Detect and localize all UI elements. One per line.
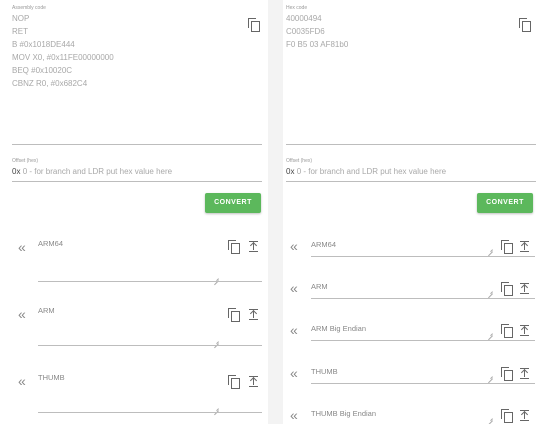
offset-placeholder: 0 - for branch and LDR put hex value her… [22, 167, 173, 176]
copy-icon[interactable] [501, 367, 513, 381]
assembly-code-textarea[interactable]: NOP RET B #0x1018DE444 MOV X0, #0x11FE00… [12, 12, 114, 90]
resize-handle-icon[interactable] [488, 416, 493, 421]
resize-handle-icon[interactable] [214, 406, 219, 411]
panel-divider [268, 0, 283, 424]
paste-icon[interactable] [520, 241, 529, 252]
offset-input[interactable]: 0x 0 - for branch and LDR put hex value … [286, 167, 446, 176]
assembly-line: BEQ #0x10020C [12, 66, 73, 75]
resize-handle-icon[interactable] [488, 289, 493, 294]
output-label: ARM64 [311, 240, 337, 249]
copy-icon[interactable] [501, 240, 513, 254]
output-underline [38, 345, 262, 346]
collapse-chevron-icon[interactable]: « [18, 307, 26, 321]
offset-underline [286, 181, 536, 182]
assembly-underline [12, 144, 262, 145]
copy-icon[interactable] [228, 375, 240, 389]
output-row-arm64: « ARM64 [283, 234, 539, 260]
output-label: THUMB [38, 373, 65, 382]
convert-button[interactable]: CONVERT [477, 193, 533, 213]
copy-hex-icon[interactable] [519, 18, 531, 32]
paste-icon[interactable] [520, 283, 529, 294]
paste-icon[interactable] [520, 410, 529, 421]
offset-prefix: 0x [286, 167, 295, 176]
output-label: THUMB Big Endian [311, 409, 377, 418]
offset-placeholder: 0 - for branch and LDR put hex value her… [296, 167, 447, 176]
copy-icon[interactable] [228, 308, 240, 322]
output-label: ARM Big Endian [311, 324, 367, 333]
output-underline [311, 340, 535, 341]
offset-label: Offset (hex) [286, 158, 313, 164]
offset-prefix: 0x [12, 167, 21, 176]
output-underline [38, 412, 262, 413]
collapse-chevron-icon[interactable]: « [290, 323, 298, 337]
paste-icon[interactable] [249, 376, 258, 387]
paste-icon[interactable] [249, 241, 258, 252]
copy-assembly-icon[interactable] [248, 18, 260, 32]
output-underline [38, 281, 262, 282]
hex-line: 40000494 [286, 14, 322, 23]
collapse-chevron-icon[interactable]: « [290, 281, 298, 295]
copy-icon[interactable] [228, 240, 240, 254]
output-row-arm: « ARM [0, 299, 268, 354]
collapse-chevron-icon[interactable]: « [18, 374, 26, 388]
paste-icon[interactable] [249, 309, 258, 320]
collapse-chevron-icon[interactable]: « [18, 240, 26, 254]
paste-icon[interactable] [520, 325, 529, 336]
copy-icon[interactable] [501, 282, 513, 296]
assembly-line: B #0x1018DE444 [12, 40, 75, 49]
output-row-thumb-big-endian: « THUMB Big Endian [283, 403, 539, 424]
output-row-arm-big-endian: « ARM Big Endian [283, 318, 539, 344]
output-underline [311, 298, 535, 299]
paste-icon[interactable] [520, 368, 529, 379]
resize-handle-icon[interactable] [214, 339, 219, 344]
copy-icon[interactable] [501, 409, 513, 423]
output-underline [311, 383, 535, 384]
resize-handle-icon[interactable] [488, 331, 493, 336]
hex-line: C0035FD6 [286, 27, 325, 36]
convert-button[interactable]: CONVERT [205, 193, 261, 213]
resize-handle-icon[interactable] [488, 247, 493, 252]
output-label: ARM [38, 306, 55, 315]
assembly-line: NOP [12, 14, 30, 23]
offset-underline [12, 181, 262, 182]
assembly-panel: Assembly code NOP RET B #0x1018DE444 MOV… [0, 0, 268, 424]
hex-code-label: Hex code [286, 5, 308, 11]
resize-handle-icon[interactable] [488, 374, 493, 379]
hex-code-textarea[interactable]: 40000494 C0035FD6 F0 B5 03 AF81b0 [286, 12, 348, 51]
assembly-code-label: Assembly code [12, 5, 46, 11]
hex-line: F0 B5 03 AF81b0 [286, 40, 349, 49]
assembly-line: RET [12, 27, 28, 36]
output-row-thumb: « THUMB [283, 361, 539, 387]
collapse-chevron-icon[interactable]: « [290, 408, 298, 422]
hex-underline [286, 144, 536, 145]
offset-label: Offset (hex) [12, 158, 39, 164]
output-label: ARM [311, 282, 328, 291]
collapse-chevron-icon[interactable]: « [290, 366, 298, 380]
output-row-arm64: « ARM64 [0, 232, 268, 287]
output-label: ARM64 [38, 239, 64, 248]
assembly-line: CBNZ R0, #0x682C4 [12, 79, 88, 88]
output-row-thumb: « THUMB [0, 367, 268, 422]
output-row-arm: « ARM [283, 276, 539, 302]
assembly-line: MOV X0, #0x11FE00000000 [12, 53, 114, 62]
offset-input[interactable]: 0x 0 - for branch and LDR put hex value … [12, 167, 172, 176]
output-underline [311, 256, 535, 257]
output-label: THUMB [311, 367, 338, 376]
copy-icon[interactable] [501, 324, 513, 338]
collapse-chevron-icon[interactable]: « [290, 239, 298, 253]
hex-panel: Hex code 40000494 C0035FD6 F0 B5 03 AF81… [283, 0, 539, 424]
